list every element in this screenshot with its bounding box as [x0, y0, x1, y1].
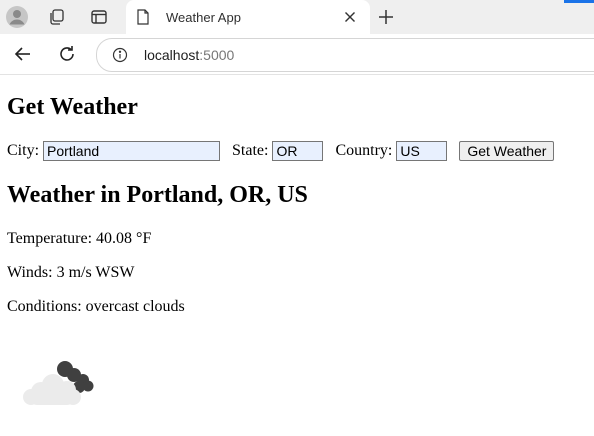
country-input[interactable] [396, 141, 448, 161]
temperature-text: Temperature: 40.08 °F [7, 230, 152, 247]
active-tab[interactable]: Weather App [126, 0, 370, 34]
tab-strip: Weather App [0, 0, 594, 34]
tab-actions-icon[interactable] [88, 6, 110, 28]
winds-text: Winds: 3 m/s WSW [7, 264, 135, 281]
page-icon [134, 8, 152, 26]
close-tab-icon[interactable] [342, 9, 358, 25]
site-info-icon[interactable] [111, 46, 129, 64]
workspaces-icon[interactable] [46, 6, 68, 28]
new-tab-icon[interactable] [374, 6, 398, 28]
tab-title: Weather App [166, 9, 241, 25]
state-input[interactable] [272, 141, 324, 161]
reload-icon[interactable] [54, 41, 80, 67]
address-bar[interactable]: localhost:5000 [96, 38, 594, 72]
profile-avatar-icon[interactable] [4, 4, 30, 30]
url-port: :5000 [199, 47, 235, 63]
state-label: State: [232, 142, 269, 159]
page-title: Get Weather [7, 94, 138, 120]
get-weather-button[interactable]: Get Weather [459, 141, 555, 161]
overcast-clouds-icon [21, 356, 97, 408]
city-input[interactable] [43, 141, 221, 161]
back-arrow-icon[interactable] [10, 41, 36, 67]
conditions-text: Conditions: overcast clouds [7, 298, 185, 315]
url-text[interactable]: localhost:5000 [144, 47, 234, 63]
country-label: Country: [335, 142, 393, 159]
weather-form: City: State: Country: Get Weather [7, 141, 555, 161]
weather-result-heading: Weather in Portland, OR, US [7, 182, 308, 208]
city-label: City: [7, 142, 40, 159]
accent-bar [564, 0, 594, 3]
url-host: localhost [144, 47, 200, 63]
navigation-bar: localhost:5000 [0, 34, 594, 75]
